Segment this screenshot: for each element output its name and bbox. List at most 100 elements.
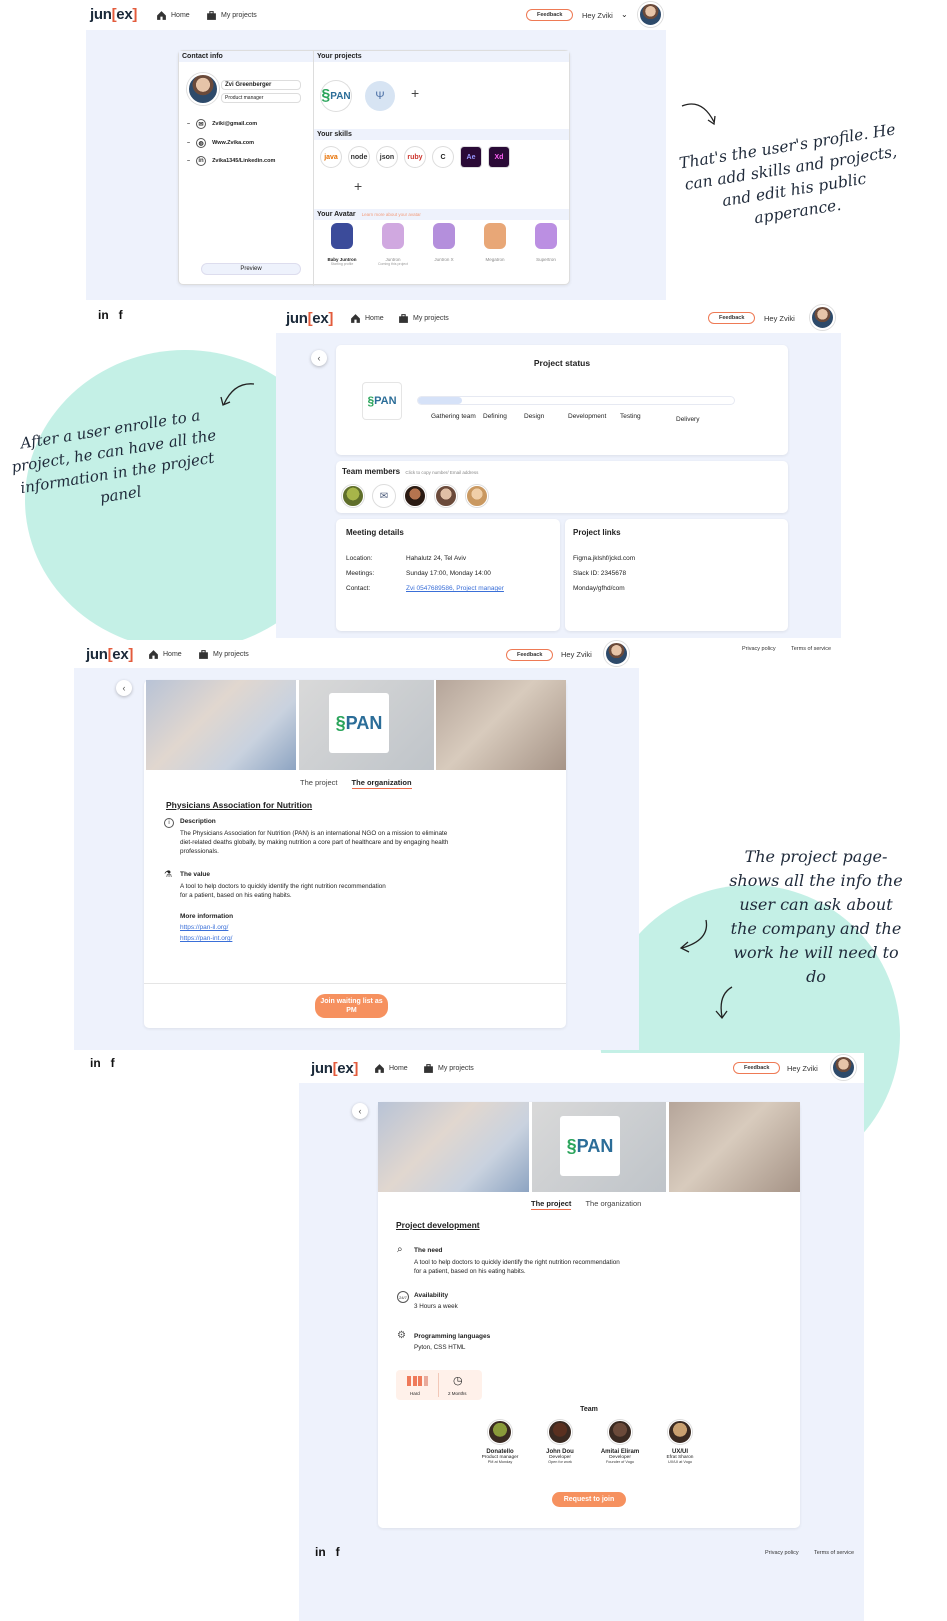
logo[interactable]: jun[ex] <box>286 310 333 327</box>
logo[interactable]: jun[ex] <box>311 1060 358 1077</box>
org-link[interactable]: https://pan-int.org/ <box>180 935 232 942</box>
skill-node-icon[interactable]: node <box>349 147 369 167</box>
availability-text: 3 Hours a week <box>414 1303 458 1310</box>
team-member[interactable]: Amitai Eliram Developer Founder of Vogo <box>590 1420 650 1464</box>
avatar-hint-link[interactable]: Learn more about your avatar <box>362 212 421 217</box>
greeting: Hey Zviki <box>764 314 795 323</box>
nav-my-projects[interactable]: My projects <box>423 1063 474 1074</box>
minus-icon[interactable]: – <box>187 140 190 146</box>
skill-ruby-icon[interactable]: ruby <box>405 147 425 167</box>
logo[interactable]: jun[ex] <box>86 646 133 663</box>
feedback-button[interactable]: Feedback <box>733 1062 781 1074</box>
email-row[interactable]: – ✉ Zviki@gmail.com <box>187 119 257 129</box>
minus-icon[interactable]: – <box>187 121 190 127</box>
nav-my-projects[interactable]: My projects <box>398 313 449 324</box>
user-avatar[interactable] <box>638 2 663 27</box>
linkedin-icon[interactable]: in <box>315 1545 326 1559</box>
project-link[interactable]: Slack ID: 2345678 <box>573 570 626 577</box>
project-tabs: The project The organization <box>531 1199 641 1210</box>
avatar-option[interactable]: Megatron <box>472 223 518 266</box>
profile-card: Contact info Zvi Greenberger Product man… <box>178 50 570 286</box>
join-waiting-list-button[interactable]: Join waiting list as PM <box>315 994 388 1018</box>
team-member[interactable]: Donatello Product manager PM at Monday <box>470 1420 530 1464</box>
add-skill-button[interactable]: + <box>354 178 362 194</box>
user-avatar[interactable] <box>831 1055 856 1080</box>
feedback-button[interactable]: Feedback <box>506 649 554 661</box>
social-links: in f <box>98 308 123 322</box>
member-sub: Open for work <box>548 1460 572 1464</box>
header: jun[ex] Home My projects Feedback Hey Zv… <box>299 1053 864 1083</box>
need-text: A tool to help doctors to quickly identi… <box>414 1259 620 1275</box>
tab-project[interactable]: The project <box>531 1199 572 1210</box>
tab-project[interactable]: The project <box>300 778 338 789</box>
org-link[interactable]: https://pan-il.org/ <box>180 924 228 931</box>
feedback-button[interactable]: Feedback <box>708 312 756 324</box>
minus-icon[interactable]: – <box>187 158 190 164</box>
briefcase-icon <box>424 1064 433 1073</box>
profile-name[interactable]: Zvi Greenberger <box>221 80 301 90</box>
nav-home[interactable]: Home <box>156 10 190 21</box>
tab-organization[interactable]: The organization <box>585 1199 641 1210</box>
skill-xd-icon[interactable]: Xd <box>489 147 509 167</box>
member-avatar[interactable] <box>466 485 488 507</box>
nav-home[interactable]: Home <box>350 313 384 324</box>
privacy-link[interactable]: Privacy policy <box>742 646 776 652</box>
member-avatar[interactable] <box>404 485 426 507</box>
nav-my-projects[interactable]: My projects <box>206 10 257 21</box>
member-avatar <box>608 1420 632 1444</box>
stage-label: Design <box>524 413 545 420</box>
tab-organization[interactable]: The organization <box>351 778 412 789</box>
request-to-join-button[interactable]: Request to join <box>552 1492 626 1507</box>
nav-home[interactable]: Home <box>148 649 182 660</box>
project-badge-icon[interactable]: Ψ <box>365 81 395 111</box>
user-avatar[interactable] <box>604 641 629 666</box>
privacy-link[interactable]: Privacy policy <box>765 1550 799 1556</box>
member-avatar[interactable] <box>342 485 364 507</box>
website-row[interactable]: – ◍ Www.Zvika.com <box>187 138 254 148</box>
progress-track <box>418 397 734 404</box>
terms-link[interactable]: Terms of service <box>814 1550 854 1556</box>
linkedin-icon[interactable]: in <box>98 308 109 322</box>
linkedin-icon[interactable]: in <box>90 1056 101 1070</box>
volunteers-photo <box>378 1102 529 1192</box>
robot-avatar-icon <box>382 223 404 249</box>
avatar-option[interactable]: Supertron <box>523 223 569 266</box>
nav-my-projects[interactable]: My projects <box>198 649 249 660</box>
back-button[interactable]: ‹ <box>352 1103 368 1119</box>
logo[interactable]: jun[ex] <box>90 6 137 23</box>
add-project-button[interactable]: + <box>411 85 419 101</box>
divider <box>144 983 566 984</box>
profile-role[interactable]: Product manager <box>221 93 301 103</box>
member-avatar[interactable] <box>435 485 457 507</box>
nav-home[interactable]: Home <box>374 1063 408 1074</box>
avatar-name: Supertron <box>536 257 556 262</box>
project-pan-logo[interactable]: § PAN <box>321 81 351 111</box>
profile-photo[interactable] <box>187 73 219 105</box>
facebook-icon[interactable]: f <box>336 1545 340 1559</box>
skill-c-icon[interactable]: C <box>433 147 453 167</box>
skill-java-icon[interactable]: java <box>321 147 341 167</box>
feedback-button[interactable]: Feedback <box>526 9 574 21</box>
skill-ae-icon[interactable]: Ae <box>461 147 481 167</box>
user-avatar[interactable] <box>810 305 835 330</box>
terms-link[interactable]: Terms of service <box>791 646 831 652</box>
skill-json-icon[interactable]: json <box>377 147 397 167</box>
facebook-icon[interactable]: f <box>111 1056 115 1070</box>
avatar-option[interactable]: Juntron Coming this project <box>370 223 416 266</box>
back-button[interactable]: ‹ <box>311 350 327 366</box>
preview-button[interactable]: Preview <box>201 263 301 275</box>
team-member[interactable]: John Dou Developer Open for work <box>530 1420 590 1464</box>
invite-email-icon[interactable]: ✉ <box>373 485 395 507</box>
project-link[interactable]: Monday/gfhd/com <box>573 585 625 592</box>
contact-link[interactable]: Zvi 0547689586, Project manager <box>406 585 504 592</box>
team-member[interactable]: UX/UI Efrat Sharon UX/UI at Vogo <box>650 1420 710 1464</box>
gear-icon: ⚙ <box>397 1330 406 1341</box>
facebook-icon[interactable]: f <box>119 308 123 322</box>
avatar-option[interactable]: Baby Juntron Starting profile <box>319 223 365 266</box>
back-button[interactable]: ‹ <box>116 680 132 696</box>
linkedin-row[interactable]: – in Zvika1345/Linkedin.com <box>187 156 275 166</box>
chevron-down-icon[interactable]: ⌄ <box>621 10 628 19</box>
avatar-option[interactable]: Juntron X <box>421 223 467 266</box>
project-link[interactable]: Figma.jklshf/jckd.com <box>573 555 635 562</box>
home-icon <box>157 11 166 20</box>
